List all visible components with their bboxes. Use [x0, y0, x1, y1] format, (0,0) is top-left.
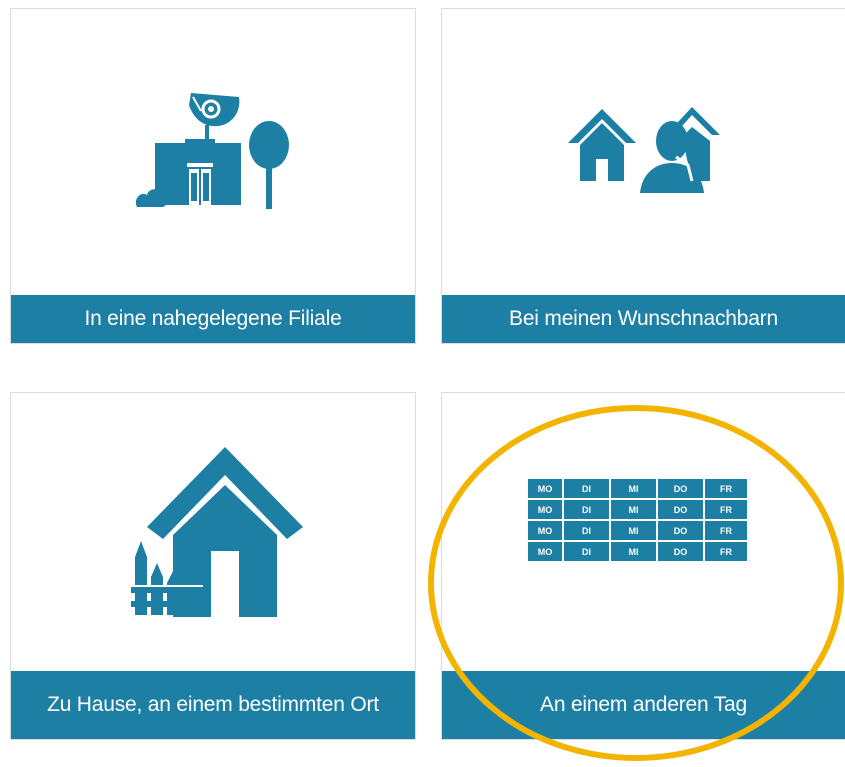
option-label-hause: Zu Hause, an einem bestimmten Ort	[11, 671, 415, 739]
weekday-cell: DO	[658, 500, 703, 519]
icon-area	[442, 9, 845, 297]
weekday-cell: DO	[658, 479, 703, 498]
option-card-hause[interactable]: Zu Hause, an einem bestimmten Ort	[10, 392, 416, 740]
post-office-icon	[135, 93, 289, 209]
weekday-cell: MI	[611, 521, 656, 540]
weekday-cell: MI	[611, 500, 656, 519]
weekday-cell: FR	[705, 479, 747, 498]
weekday-cell: MI	[611, 479, 656, 498]
weekday-cell: DI	[564, 500, 609, 519]
house-icon	[129, 447, 303, 617]
weekday-cell: DI	[564, 542, 609, 561]
weekday-cell: MO	[528, 521, 562, 540]
weekday-cell: FR	[705, 521, 747, 540]
weekday-cell: MO	[528, 500, 562, 519]
weekday-cell: MI	[611, 542, 656, 561]
weekday-cell: FR	[705, 542, 747, 561]
option-card-nachbar[interactable]: Bei meinen Wunschnachbarn	[441, 8, 845, 344]
icon-area	[11, 393, 415, 673]
icon-area: MO DI MI DO FR MO DI MI DO FR MO DI MI D…	[442, 393, 845, 673]
weekday-cell: MO	[528, 479, 562, 498]
option-card-filiale[interactable]: In eine nahegelegene Filiale	[10, 8, 416, 344]
option-card-tag[interactable]: MO DI MI DO FR MO DI MI DO FR MO DI MI D…	[441, 392, 845, 740]
option-label-tag: An einem anderen Tag	[442, 671, 845, 739]
weekday-cell: DO	[658, 521, 703, 540]
calendar-icon: MO DI MI DO FR MO DI MI DO FR MO DI MI D…	[528, 479, 747, 561]
weekday-cell: DI	[564, 479, 609, 498]
option-label-filiale: In eine nahegelegene Filiale	[11, 295, 415, 343]
weekday-cell: DO	[658, 542, 703, 561]
icon-area	[11, 9, 415, 297]
weekday-cell: DI	[564, 521, 609, 540]
weekday-cell: MO	[528, 542, 562, 561]
weekday-cell: FR	[705, 500, 747, 519]
delivery-options-page: In eine nahegelegene Filiale Bei meinen …	[0, 0, 845, 767]
option-label-nachbar: Bei meinen Wunschnachbarn	[442, 295, 845, 343]
neighbor-icon	[568, 107, 720, 193]
